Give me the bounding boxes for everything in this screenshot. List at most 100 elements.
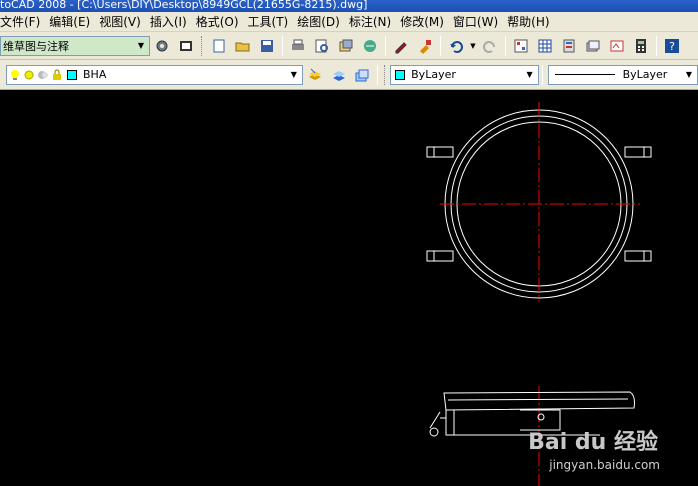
- workspace-value: 维草图与注释: [3, 39, 69, 53]
- chevron-down-icon[interactable]: ▼: [133, 37, 149, 55]
- floppy-icon: [261, 39, 273, 52]
- watermark-logo: Bai du 经验: [528, 430, 658, 455]
- toolbar-separator: [377, 64, 379, 85]
- layer-previous-button[interactable]: [351, 64, 373, 86]
- menu-tools[interactable]: 工具(T): [248, 13, 298, 30]
- toolbar-separator: [656, 35, 657, 56]
- preview-icon: [315, 39, 328, 52]
- menu-bar: 文件(F) 编辑(E) 视图(V) 插入(I) 格式(O) 工具(T) 绘图(D…: [0, 12, 698, 32]
- window-title: toCAD 2008 - [C:\Users\DIY\Desktop\8949G…: [0, 0, 368, 11]
- workspace-combo[interactable]: 维草图与注释 ▼: [0, 35, 150, 56]
- publish-button[interactable]: [335, 35, 357, 57]
- new-button[interactable]: [208, 35, 230, 57]
- toolbar-separator: [505, 35, 506, 56]
- match-properties-button[interactable]: [414, 35, 436, 57]
- undo-button[interactable]: [445, 35, 467, 57]
- calculator-icon: [636, 38, 646, 53]
- toolbar-separator: [385, 35, 386, 56]
- plot-preview-button[interactable]: [311, 35, 333, 57]
- linetype-preview: [554, 74, 615, 75]
- menu-help[interactable]: 帮助(H): [507, 13, 558, 30]
- tool-palettes-button[interactable]: [558, 35, 580, 57]
- color-combo[interactable]: ByLayer ▼: [390, 64, 539, 85]
- lock-icon: [53, 69, 61, 80]
- chevron-down-icon: ▼: [470, 41, 476, 50]
- layers-toolbar: BHA ▼ ByLayer ▼ ByLayer ▼: [0, 60, 698, 90]
- lightbulb-icon: [11, 69, 19, 80]
- open-button[interactable]: [232, 35, 254, 57]
- menu-file[interactable]: 文件(F): [0, 13, 49, 30]
- help-button[interactable]: ?: [661, 35, 683, 57]
- pencil-icon: [395, 41, 407, 53]
- menu-format[interactable]: 格式(O): [196, 13, 248, 30]
- new-file-icon: [213, 39, 225, 52]
- calculator-button[interactable]: [630, 35, 652, 57]
- layer-manager-icon: [332, 70, 345, 81]
- color-swatch: [395, 69, 406, 80]
- menu-draw[interactable]: 绘图(D): [297, 13, 349, 30]
- menu-dimension[interactable]: 标注(N): [349, 13, 400, 30]
- chevron-down-icon[interactable]: ▼: [286, 66, 302, 84]
- brush-icon: [420, 39, 431, 54]
- printer-icon: [292, 39, 304, 50]
- 3d-dwf-button[interactable]: [359, 35, 381, 57]
- workspace-settings-button[interactable]: [151, 35, 173, 57]
- undo-icon: [450, 40, 463, 53]
- gear-icon: [156, 40, 168, 51]
- linetype-value: ByLayer: [622, 68, 668, 81]
- chevron-down-icon[interactable]: ▼: [681, 66, 697, 84]
- lug-top-left: [426, 146, 454, 158]
- standard-toolbar: 维草图与注释 ▼ ▼ ?: [0, 32, 698, 60]
- toolbar-separator: [282, 35, 283, 56]
- folder-open-icon: [235, 42, 250, 51]
- markup-button[interactable]: [606, 35, 628, 57]
- drawing-canvas[interactable]: Bai du 经验 jingyan.baidu.com: [0, 90, 698, 486]
- make-object-layer-current-button[interactable]: [304, 64, 326, 86]
- cut-button[interactable]: [390, 35, 412, 57]
- design-center-button[interactable]: [534, 35, 556, 57]
- save-button[interactable]: [256, 35, 278, 57]
- toolbar-separator: [541, 64, 543, 85]
- menu-window[interactable]: 窗口(W): [453, 13, 507, 30]
- layers-stack-icon: [308, 68, 321, 80]
- lug-top-right: [624, 146, 652, 158]
- properties-button[interactable]: [510, 35, 532, 57]
- linetype-combo[interactable]: ByLayer ▼: [547, 64, 698, 85]
- chevron-down-icon[interactable]: ▼: [522, 66, 538, 84]
- grid-icon: [538, 39, 552, 52]
- sun-icon: [24, 70, 34, 79]
- redo-button[interactable]: [479, 35, 501, 57]
- watermark-url: jingyan.baidu.com: [549, 458, 660, 472]
- markup-icon: [610, 40, 624, 51]
- color-value: ByLayer: [411, 68, 456, 81]
- lug-bottom-right: [624, 250, 652, 262]
- menu-modify[interactable]: 修改(M): [400, 13, 453, 30]
- layer-previous-icon: [355, 69, 369, 81]
- layer-combo[interactable]: BHA ▼: [6, 64, 303, 85]
- palette-icon: [563, 39, 575, 52]
- layer-value: BHA: [83, 68, 107, 81]
- lug-bottom-left: [426, 250, 454, 262]
- redo-icon: [483, 40, 495, 53]
- viewport-freeze-icon: [38, 70, 48, 79]
- help-icon: ?: [665, 38, 679, 53]
- plot-button[interactable]: [287, 35, 309, 57]
- toolbar-grip: [201, 35, 204, 56]
- layer-properties-button[interactable]: [328, 64, 350, 86]
- title-bar: toCAD 2008 - [C:\Users\DIY\Desktop\8949G…: [0, 0, 698, 12]
- globe-icon: [364, 39, 376, 52]
- menu-insert[interactable]: 插入(I): [150, 13, 196, 30]
- layer-color-swatch: [67, 69, 77, 80]
- properties-icon: [514, 39, 528, 52]
- menu-edit[interactable]: 编辑(E): [49, 13, 99, 30]
- svg-text:?: ?: [669, 40, 675, 53]
- screen-icon: [180, 40, 192, 51]
- menu-view[interactable]: 视图(V): [99, 13, 150, 30]
- publish-icon: [339, 39, 353, 51]
- undo-dropdown[interactable]: ▼: [469, 35, 477, 57]
- sheet-set-button[interactable]: [582, 35, 604, 57]
- toolbar-separator: [440, 35, 441, 56]
- sheets-icon: [586, 40, 600, 51]
- clean-screen-button[interactable]: [175, 35, 197, 57]
- toolbar-grip: [384, 64, 387, 85]
